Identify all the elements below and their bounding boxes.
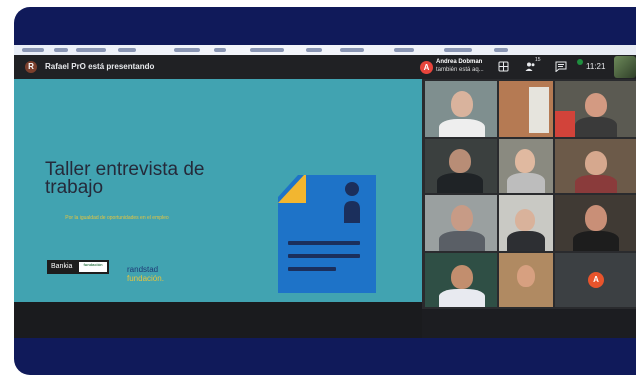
participant-tile[interactable] — [555, 81, 636, 137]
document-person-icon — [278, 175, 376, 293]
bankia-logo-text: Bankia — [51, 263, 73, 270]
people-icon[interactable] — [525, 61, 536, 75]
meeting-clock: 11:21 — [586, 62, 606, 71]
meet-window: R Rafael PrO está presentando A Andrea D… — [14, 55, 636, 338]
self-view-thumbnail[interactable] — [614, 56, 636, 78]
participant-tile[interactable] — [555, 195, 636, 251]
meeting-frame: R Rafael PrO está presentando A Andrea D… — [14, 7, 636, 375]
presented-slide: Taller entrevista de trabajo Por la igua… — [14, 79, 422, 302]
randstad-logo: randstad fundación. — [127, 265, 164, 283]
participant-tile-camera-off[interactable]: A — [555, 253, 636, 307]
randstad-logo-line-1: randstad — [127, 265, 159, 274]
joiner-name: Andrea Dobman — [436, 59, 483, 65]
bankia-foundation-label: fundación — [79, 262, 107, 272]
participant-avatar: A — [588, 272, 604, 288]
people-count: 15 — [535, 57, 541, 63]
chat-icon[interactable] — [555, 61, 567, 75]
participant-tile[interactable] — [499, 195, 553, 251]
participant-tile[interactable] — [425, 195, 497, 251]
meet-top-bar: R Rafael PrO está presentando A Andrea D… — [14, 55, 636, 79]
presenter-status: Rafael PrO está presentando — [45, 62, 155, 71]
randstad-logo-line-2: fundación. — [127, 274, 164, 283]
participant-tile[interactable] — [499, 253, 553, 307]
bankia-logo: Bankia fundación — [47, 260, 109, 274]
joiner-avatar: A — [420, 61, 433, 74]
slide-title-line-2: trabajo — [45, 177, 104, 198]
meet-bottom-bar — [14, 302, 422, 338]
participant-tile[interactable] — [499, 81, 553, 137]
participant-tile[interactable] — [425, 139, 497, 193]
grid-icon[interactable] — [498, 61, 509, 75]
slide-subtitle: Por la igualdad de oportunidades en el e… — [65, 215, 169, 221]
participant-grid: A — [422, 79, 636, 309]
slide-title: Taller entrevista de trabajo — [45, 160, 265, 198]
participant-tile[interactable] — [499, 139, 553, 193]
presenter-avatar: R — [25, 61, 37, 73]
participant-tile[interactable] — [555, 139, 636, 193]
participant-tile[interactable] — [425, 81, 497, 137]
joiner-notification: también está aq... — [436, 67, 484, 73]
browser-toolbar-strip — [14, 45, 636, 55]
participant-tile[interactable] — [425, 253, 497, 307]
chat-notification-dot — [577, 59, 583, 65]
